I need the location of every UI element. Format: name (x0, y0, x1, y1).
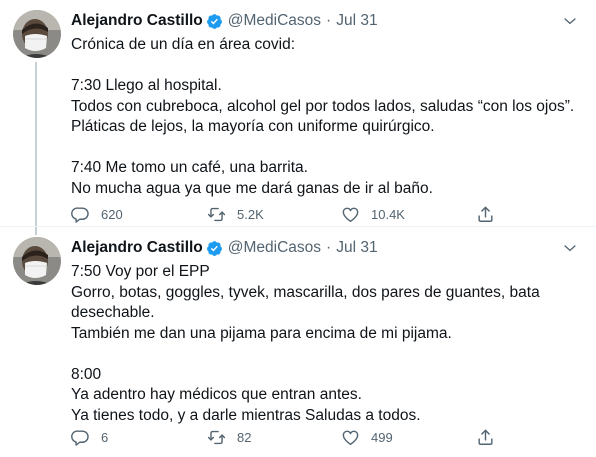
retweet-button[interactable]: 5.2K (207, 205, 264, 224)
reply-count: 6 (101, 429, 109, 445)
share-icon (478, 429, 493, 445)
avatar-photo-icon (13, 10, 61, 58)
tweet-header: Alejandro Castillo @MediCasos · Jul 31 (71, 10, 578, 32)
tweet-paragraph: Crónica de un día en área covid: (71, 36, 296, 53)
tweet-text: 7:50 Voy por el EPP Gorro, botas, goggle… (71, 262, 578, 426)
separator-dot: · (326, 239, 332, 256)
chevron-down-icon[interactable] (562, 240, 578, 256)
avatar[interactable] (13, 10, 61, 58)
tweet-paragraph: 7:30 Llego al hospital. Todos con cubreb… (71, 77, 575, 135)
tweet-date[interactable]: Jul 31 (336, 239, 377, 257)
retweet-count: 5.2K (237, 206, 264, 222)
tweet-text: Crónica de un día en área covid: 7:30 Ll… (71, 35, 578, 199)
share-icon (478, 206, 493, 222)
thread-connector-line (35, 227, 37, 235)
author-handle[interactable]: @MediCasos (228, 239, 321, 257)
reply-button[interactable]: 620 (71, 205, 123, 224)
tweet-actions: 6 82 499 (71, 427, 518, 447)
tweet[interactable]: Alejandro Castillo @MediCasos · Jul 31 C… (0, 0, 596, 227)
retweet-icon (207, 430, 226, 444)
tweet-actions: 620 5.2K 10.4K (71, 204, 518, 224)
author-name[interactable]: Alejandro Castillo (71, 12, 203, 30)
share-button[interactable] (476, 205, 495, 224)
tweet-paragraph: 7:50 Voy por el EPP Gorro, botas, goggle… (71, 263, 540, 342)
reply-icon (71, 206, 89, 223)
author-handle[interactable]: @MediCasos (228, 12, 321, 30)
retweet-icon (207, 207, 226, 221)
tweet-header: Alejandro Castillo @MediCasos · Jul 31 (71, 237, 578, 259)
author-name[interactable]: Alejandro Castillo (71, 239, 203, 257)
like-button[interactable]: 499 (341, 428, 393, 447)
tweet-paragraph: 8:00 Ya adentro hay médicos que entran a… (71, 365, 421, 424)
tweet-paragraph: 7:40 Me tomo un café, una barrita. No mu… (71, 159, 433, 197)
chevron-down-icon[interactable] (562, 13, 578, 29)
heart-icon (342, 207, 359, 222)
reply-count: 620 (101, 206, 123, 222)
tweet[interactable]: Alejandro Castillo @MediCasos · Jul 31 7… (0, 227, 596, 457)
avatar[interactable] (13, 237, 61, 285)
avatar-photo-icon (13, 237, 61, 285)
separator-dot: · (326, 12, 332, 29)
retweet-count: 82 (237, 429, 252, 445)
verified-badge-icon (206, 240, 223, 257)
like-button[interactable]: 10.4K (341, 205, 405, 224)
like-count: 499 (371, 429, 393, 445)
reply-icon (71, 429, 89, 446)
verified-badge-icon (206, 13, 223, 30)
heart-icon (342, 430, 359, 445)
reply-button[interactable]: 6 (71, 428, 108, 447)
tweet-date[interactable]: Jul 31 (336, 12, 377, 30)
thread-connector-line (35, 62, 37, 227)
share-button[interactable] (476, 428, 495, 447)
like-count: 10.4K (371, 206, 405, 222)
retweet-button[interactable]: 82 (207, 428, 251, 447)
